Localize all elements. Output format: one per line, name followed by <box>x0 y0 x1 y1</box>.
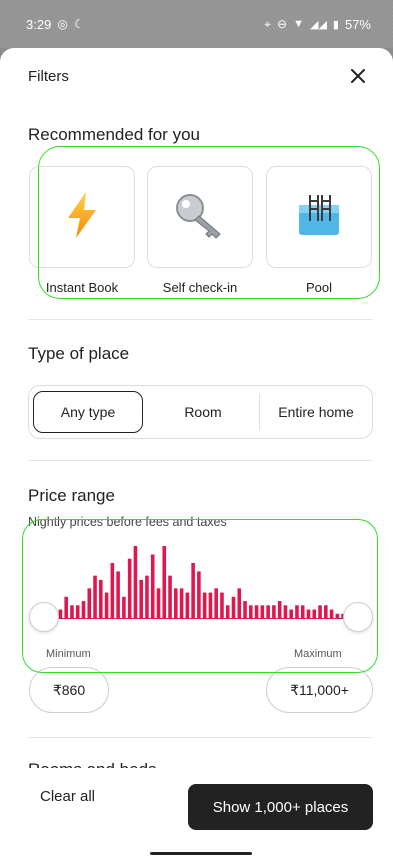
histogram-bar <box>156 588 161 618</box>
type-option-room[interactable]: Room <box>147 386 259 438</box>
divider <box>28 460 373 461</box>
whatsapp-icon: ◎ <box>57 17 68 31</box>
histogram-bar <box>99 579 103 618</box>
wifi-icon: ▼ <box>293 18 304 30</box>
histogram-bar <box>168 575 172 618</box>
minimum-label: Minimum <box>46 648 91 660</box>
recommended-card-self-check-in[interactable] <box>147 166 253 268</box>
histogram-bar <box>133 546 138 618</box>
signal-icon: ◢◢ <box>309 18 327 31</box>
histogram-bar <box>254 605 259 618</box>
histogram-bar <box>300 605 305 618</box>
key-icon <box>172 190 228 245</box>
histogram-bar <box>122 596 126 618</box>
histogram-bar <box>318 605 322 618</box>
histogram-bar <box>214 588 218 618</box>
dnd-icon: ⊖ <box>277 17 288 31</box>
histogram-bar <box>306 609 311 618</box>
histogram-bar <box>174 588 178 618</box>
status-bar: 3:29 ◎ ☾ ⌖ ⊖ ▼ ◢◢ ▮ 57% <box>0 0 393 48</box>
battery-icon: ▮ <box>332 18 339 31</box>
sheet-title: Filters <box>28 67 69 85</box>
histogram-bar <box>295 605 299 618</box>
histogram-bar <box>104 592 109 618</box>
lightning-icon <box>62 190 102 245</box>
filters-sheet: Filters Recommended for you Instant Book… <box>0 48 393 857</box>
histogram-bar <box>272 605 276 618</box>
type-of-place-selector: Any type Room Entire home <box>28 385 373 439</box>
histogram-bar <box>220 592 224 618</box>
histogram-bar <box>179 588 184 618</box>
histogram-bar <box>208 592 213 618</box>
show-places-button[interactable]: Show 1,000+ places <box>188 784 373 830</box>
histogram-bar <box>324 605 328 618</box>
sheet-header: Filters <box>0 48 393 104</box>
histogram-bar <box>225 605 230 618</box>
histogram-bar <box>202 592 207 618</box>
gesture-nav-bar <box>150 852 252 855</box>
histogram-bar <box>197 571 201 618</box>
close-icon[interactable] <box>345 63 371 89</box>
histogram-bar <box>329 609 334 618</box>
histogram-bar <box>58 609 63 618</box>
recommended-label-pool: Pool <box>305 280 333 295</box>
histogram-bar <box>231 596 236 618</box>
histogram-bar <box>162 546 167 618</box>
battery-percent: 57% <box>344 16 371 32</box>
price-slider-track <box>44 618 358 619</box>
histogram-bar <box>312 609 317 618</box>
type-option-entire-home[interactable]: Entire home <box>260 386 372 438</box>
histogram-bar <box>150 554 155 618</box>
histogram-bar <box>277 601 282 618</box>
divider <box>28 319 373 320</box>
histogram-bar <box>110 562 115 618</box>
histogram-bar <box>260 605 265 618</box>
footer-bar: Clear all Show 1,000+ places <box>0 768 393 857</box>
histogram-bar <box>139 579 143 618</box>
histogram-bar <box>93 575 97 618</box>
recommended-row: Instant Book Self check-in Pool <box>0 166 393 296</box>
price-range-title: Price range <box>28 486 115 505</box>
night-mode-icon: ☾ <box>73 17 85 31</box>
divider <box>28 737 373 738</box>
type-option-any[interactable]: Any type <box>33 391 143 433</box>
histogram-bar <box>116 571 120 618</box>
histogram-bar <box>191 562 195 618</box>
histogram-bar <box>289 609 293 618</box>
price-max-handle[interactable] <box>343 602 373 632</box>
status-time: 3:29 <box>26 16 52 32</box>
histogram-bar <box>243 601 247 618</box>
clear-all-button[interactable]: Clear all <box>40 788 95 805</box>
type-of-place-title: Type of place <box>28 344 130 363</box>
recommended-label-self-check-in: Self check-in <box>162 280 238 295</box>
min-price-input[interactable]: ₹860 <box>29 667 109 713</box>
maximum-label: Maximum <box>294 648 342 660</box>
histogram-bar <box>283 605 288 618</box>
histogram-bar <box>87 588 92 618</box>
histogram-bar <box>70 605 74 618</box>
pool-icon <box>295 191 343 244</box>
recommended-card-pool[interactable] <box>266 166 372 268</box>
histogram-bar <box>64 596 68 618</box>
price-range-subtitle: Nightly prices before fees and taxes <box>28 515 227 529</box>
price-min-handle[interactable] <box>29 602 59 632</box>
max-price-input[interactable]: ₹11,000+ <box>266 667 373 713</box>
histogram-bar <box>81 601 86 618</box>
location-icon: ⌖ <box>264 16 272 31</box>
recommended-title: Recommended for you <box>28 125 200 144</box>
histogram-bar <box>185 592 190 618</box>
price-histogram <box>47 546 345 618</box>
histogram-bar <box>75 605 80 618</box>
histogram-bar <box>237 588 242 618</box>
recommended-label-instant-book: Instant Book <box>45 280 119 295</box>
histogram-bar <box>127 558 132 618</box>
histogram-bar <box>249 605 253 618</box>
recommended-card-instant-book[interactable] <box>29 166 135 268</box>
histogram-bar <box>145 575 149 618</box>
histogram-bar <box>266 605 270 618</box>
